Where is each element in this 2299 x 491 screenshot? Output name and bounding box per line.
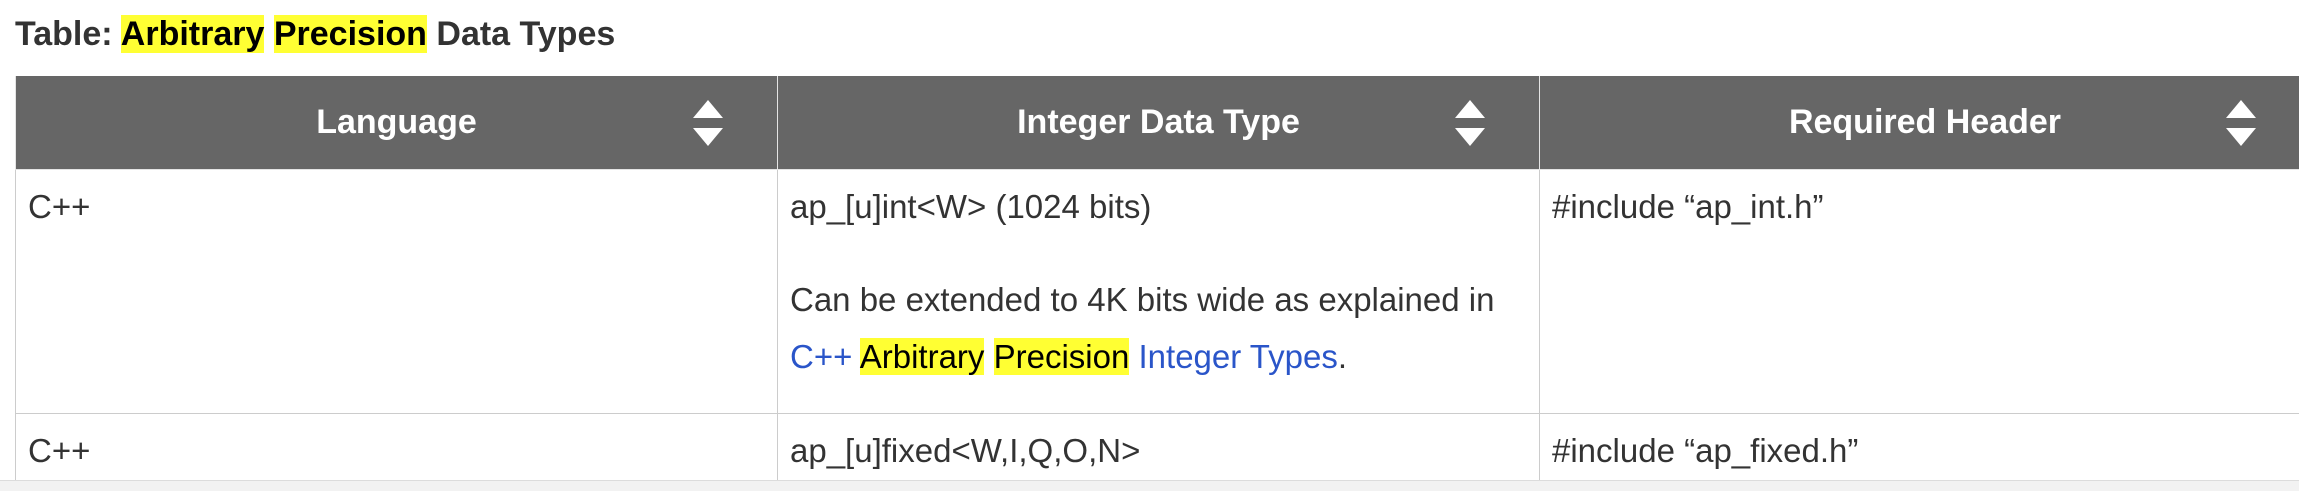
cell-language: C++	[16, 414, 778, 490]
column-header-integer-type-label: Integer Data Type	[1017, 103, 1300, 141]
type-note-text: Can be extended to 4K bits wide as expla…	[790, 281, 1494, 318]
cell-integer-type: ap_[u]int<W> (1024 bits) Can be extended…	[778, 170, 1540, 414]
horizontal-scrollbar[interactable]	[0, 480, 2299, 491]
table-caption: Table: Arbitrary Precision Data Types	[15, 12, 615, 56]
link-part-cpp: C++	[790, 338, 852, 375]
sort-icon[interactable]	[1453, 98, 1487, 148]
column-header-required-header-label: Required Header	[1789, 103, 2061, 141]
link-highlight-arbitrary: Arbitrary	[860, 338, 985, 375]
caption-highlight-precision: Precision	[274, 15, 427, 53]
table-header-row: Language Integer Data Type Required Head…	[16, 76, 2299, 170]
integer-types-link[interactable]: C++ Arbitrary Precision Integer Types	[790, 338, 1338, 375]
data-types-table: Language Integer Data Type Required Head…	[15, 76, 2299, 490]
data-types-table-container[interactable]: Language Integer Data Type Required Head…	[15, 76, 2299, 490]
column-header-required-header[interactable]: Required Header	[1540, 76, 2299, 170]
type-note-end: .	[1338, 338, 1347, 375]
table-row: C++ ap_[u]int<W> (1024 bits) Can be exte…	[16, 170, 2299, 414]
column-header-language[interactable]: Language	[16, 76, 778, 170]
cell-language: C++	[16, 170, 778, 414]
sort-icon[interactable]	[691, 98, 725, 148]
caption-suffix: Data Types	[427, 15, 615, 53]
table-row: C++ ap_[u]fixed<W,I,Q,O,N> #include “ap_…	[16, 414, 2299, 490]
link-highlight-precision: Precision	[994, 338, 1130, 375]
caption-prefix: Table:	[15, 15, 121, 53]
type-note: Can be extended to 4K bits wide as expla…	[790, 271, 1527, 385]
cell-required-header: #include “ap_fixed.h”	[1540, 414, 2299, 490]
link-part-integer-types: Integer Types	[1139, 338, 1338, 375]
column-header-language-label: Language	[316, 103, 477, 141]
type-line: ap_[u]int<W> (1024 bits)	[790, 178, 1527, 235]
sort-icon[interactable]	[2224, 98, 2258, 148]
column-header-integer-type[interactable]: Integer Data Type	[778, 76, 1540, 170]
caption-highlight-arbitrary: Arbitrary	[121, 15, 265, 53]
cell-required-header: #include “ap_int.h”	[1540, 170, 2299, 414]
cell-integer-type: ap_[u]fixed<W,I,Q,O,N>	[778, 414, 1540, 490]
